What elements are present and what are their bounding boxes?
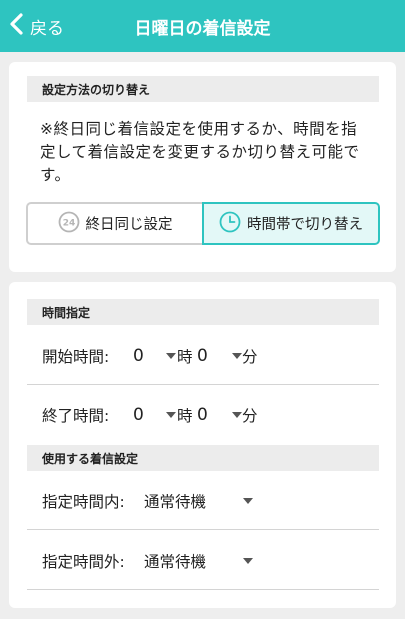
inside-setting-dropdown-icon[interactable] bbox=[243, 497, 253, 504]
start-hour-dropdown-icon[interactable] bbox=[166, 352, 176, 359]
end-minute-unit: 分 bbox=[242, 407, 258, 425]
start-minute-unit: 分 bbox=[242, 347, 258, 366]
outside-setting-row: 指定時間外: 通常待機 bbox=[27, 532, 379, 590]
end-hour-unit: 時 bbox=[177, 407, 193, 425]
start-hour-value[interactable]: 0 bbox=[133, 346, 144, 366]
end-minute-dropdown-icon[interactable] bbox=[232, 412, 242, 418]
outside-setting-value[interactable]: 通常待機 bbox=[144, 550, 206, 572]
clock-icon bbox=[219, 211, 241, 237]
svg-text:24: 24 bbox=[62, 218, 75, 228]
start-time-label: 開始時間: bbox=[42, 347, 110, 366]
end-time-label: 終了時間: bbox=[42, 407, 110, 425]
start-hour-unit: 時 bbox=[177, 347, 193, 366]
outside-setting-label: 指定時間外: bbox=[42, 552, 125, 571]
all-day-option-label: 終日同じ設定 bbox=[85, 217, 173, 233]
all-day-option[interactable]: 24 終日同じ設定 bbox=[26, 202, 202, 245]
end-hour-dropdown-icon[interactable] bbox=[166, 412, 176, 418]
app-header: 戻る 日曜日の着信設定 bbox=[0, 0, 405, 52]
end-hour-value[interactable]: 0 bbox=[133, 405, 144, 425]
24h-icon: 24 bbox=[58, 211, 80, 237]
mode-segmented-control: 24 終日同じ設定 時間帯で切り替え bbox=[26, 202, 380, 245]
page-title: 日曜日の着信設定 bbox=[134, 19, 271, 39]
inside-setting-row: 指定時間内: 通常待機 bbox=[27, 472, 379, 530]
outside-setting-dropdown-icon[interactable] bbox=[243, 557, 253, 564]
end-minute-value[interactable]: 0 bbox=[197, 405, 208, 425]
time-range-option[interactable]: 時間帯で切り替え bbox=[202, 202, 380, 245]
start-minute-dropdown-icon[interactable] bbox=[232, 352, 242, 359]
time-range-option-label: 時間帯で切り替え bbox=[247, 217, 363, 233]
mode-section-heading: 設定方法の切り替え bbox=[27, 76, 379, 102]
end-time-row: 終了時間: 0 時 0 分 bbox=[27, 386, 379, 444]
start-time-row: 開始時間: 0 時 0 分 bbox=[27, 327, 379, 385]
time-card: 時間指定 開始時間: 0 時 0 分 終了時間: 0 時 0 分 使用する着信設… bbox=[9, 282, 396, 608]
inside-setting-value[interactable]: 通常待機 bbox=[144, 490, 206, 512]
ring-section-heading: 使用する着信設定 bbox=[27, 445, 379, 471]
inside-setting-label: 指定時間内: bbox=[42, 492, 125, 511]
mode-card: 設定方法の切り替え ※終日同じ着信設定を使用するか、時間を指定して着信設定を変更… bbox=[9, 62, 396, 272]
start-minute-value[interactable]: 0 bbox=[197, 346, 208, 366]
mode-note: ※終日同じ着信設定を使用するか、時間を指定して着信設定を変更するか切り替え可能で… bbox=[40, 120, 360, 184]
time-section-heading: 時間指定 bbox=[27, 299, 379, 325]
